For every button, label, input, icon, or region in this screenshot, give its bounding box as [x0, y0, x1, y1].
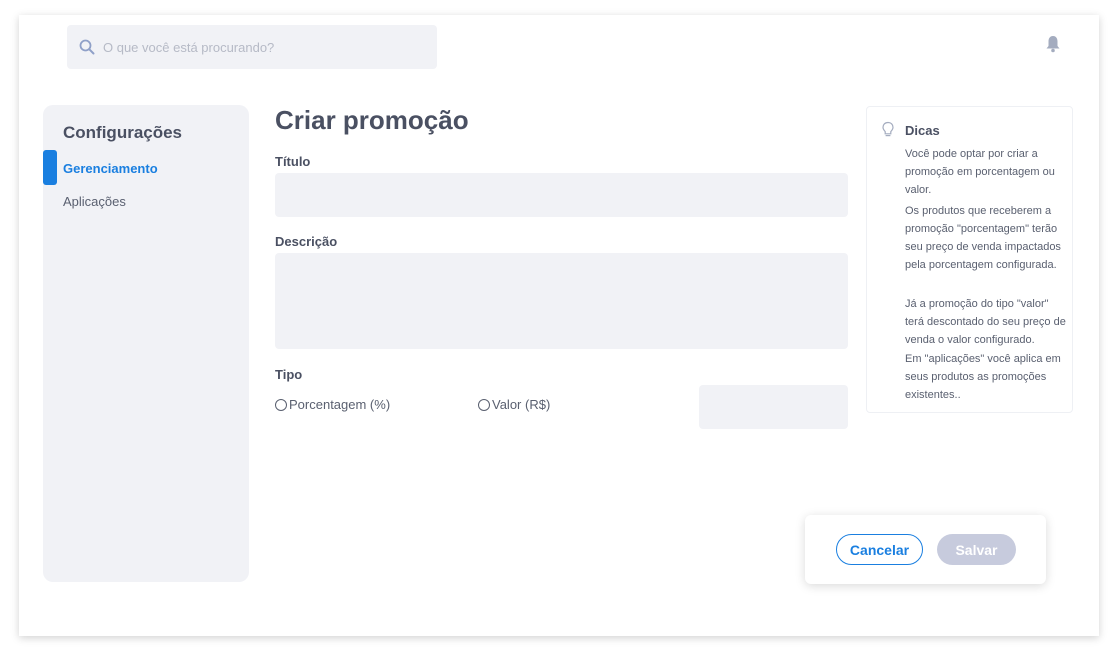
save-button[interactable]: Salvar [937, 534, 1016, 565]
action-bar: Cancelar Salvar [805, 515, 1046, 584]
valor-input[interactable] [699, 385, 848, 429]
sidebar-item-aplicacoes[interactable]: Aplicações [63, 194, 126, 209]
sidebar-item-gerenciamento[interactable]: Gerenciamento [63, 161, 158, 176]
app-window: Configurações Gerenciamento Aplicações C… [19, 15, 1099, 636]
tips-paragraph: Em "aplicações" você aplica em seus prod… [905, 353, 1061, 401]
bell-icon[interactable] [1045, 35, 1061, 53]
page-title: Criar promoção [275, 105, 469, 135]
lightbulb-icon [882, 121, 894, 137]
cancel-button[interactable]: Cancelar [836, 534, 923, 565]
radio-valor-label: Valor (R$) [492, 397, 551, 412]
tips-panel: Dicas Você pode optar por criar a promoç… [866, 106, 1073, 413]
settings-sidebar: Configurações Gerenciamento Aplicações [43, 105, 249, 582]
radio-porcentagem-label: Porcentagem (%) [289, 397, 391, 412]
tips-paragraph: Você pode optar por criar a promoção em … [905, 148, 1055, 196]
tips-paragraph: Já a promoção do tipo "valor" terá desco… [905, 298, 1066, 346]
radio-circle[interactable] [478, 398, 490, 411]
sidebar-title: Configurações [63, 123, 183, 142]
search-icon [79, 39, 95, 55]
tips-paragraph: Os produtos que receberem a promoção "po… [905, 205, 1061, 271]
search-bar[interactable] [67, 25, 437, 69]
tips-title: Dicas [905, 123, 940, 138]
descricao-textarea[interactable] [275, 253, 848, 349]
descricao-label: Descrição [275, 234, 338, 249]
tipo-label: Tipo [275, 367, 303, 382]
radio-valor[interactable]: Valor (R$) [478, 397, 550, 412]
titulo-label: Título [275, 154, 311, 169]
radio-circle[interactable] [275, 398, 287, 411]
search-input[interactable] [103, 39, 403, 55]
titulo-input[interactable] [275, 173, 848, 217]
active-indicator [43, 150, 57, 185]
radio-porcentagem[interactable]: Porcentagem (%) [275, 397, 390, 412]
